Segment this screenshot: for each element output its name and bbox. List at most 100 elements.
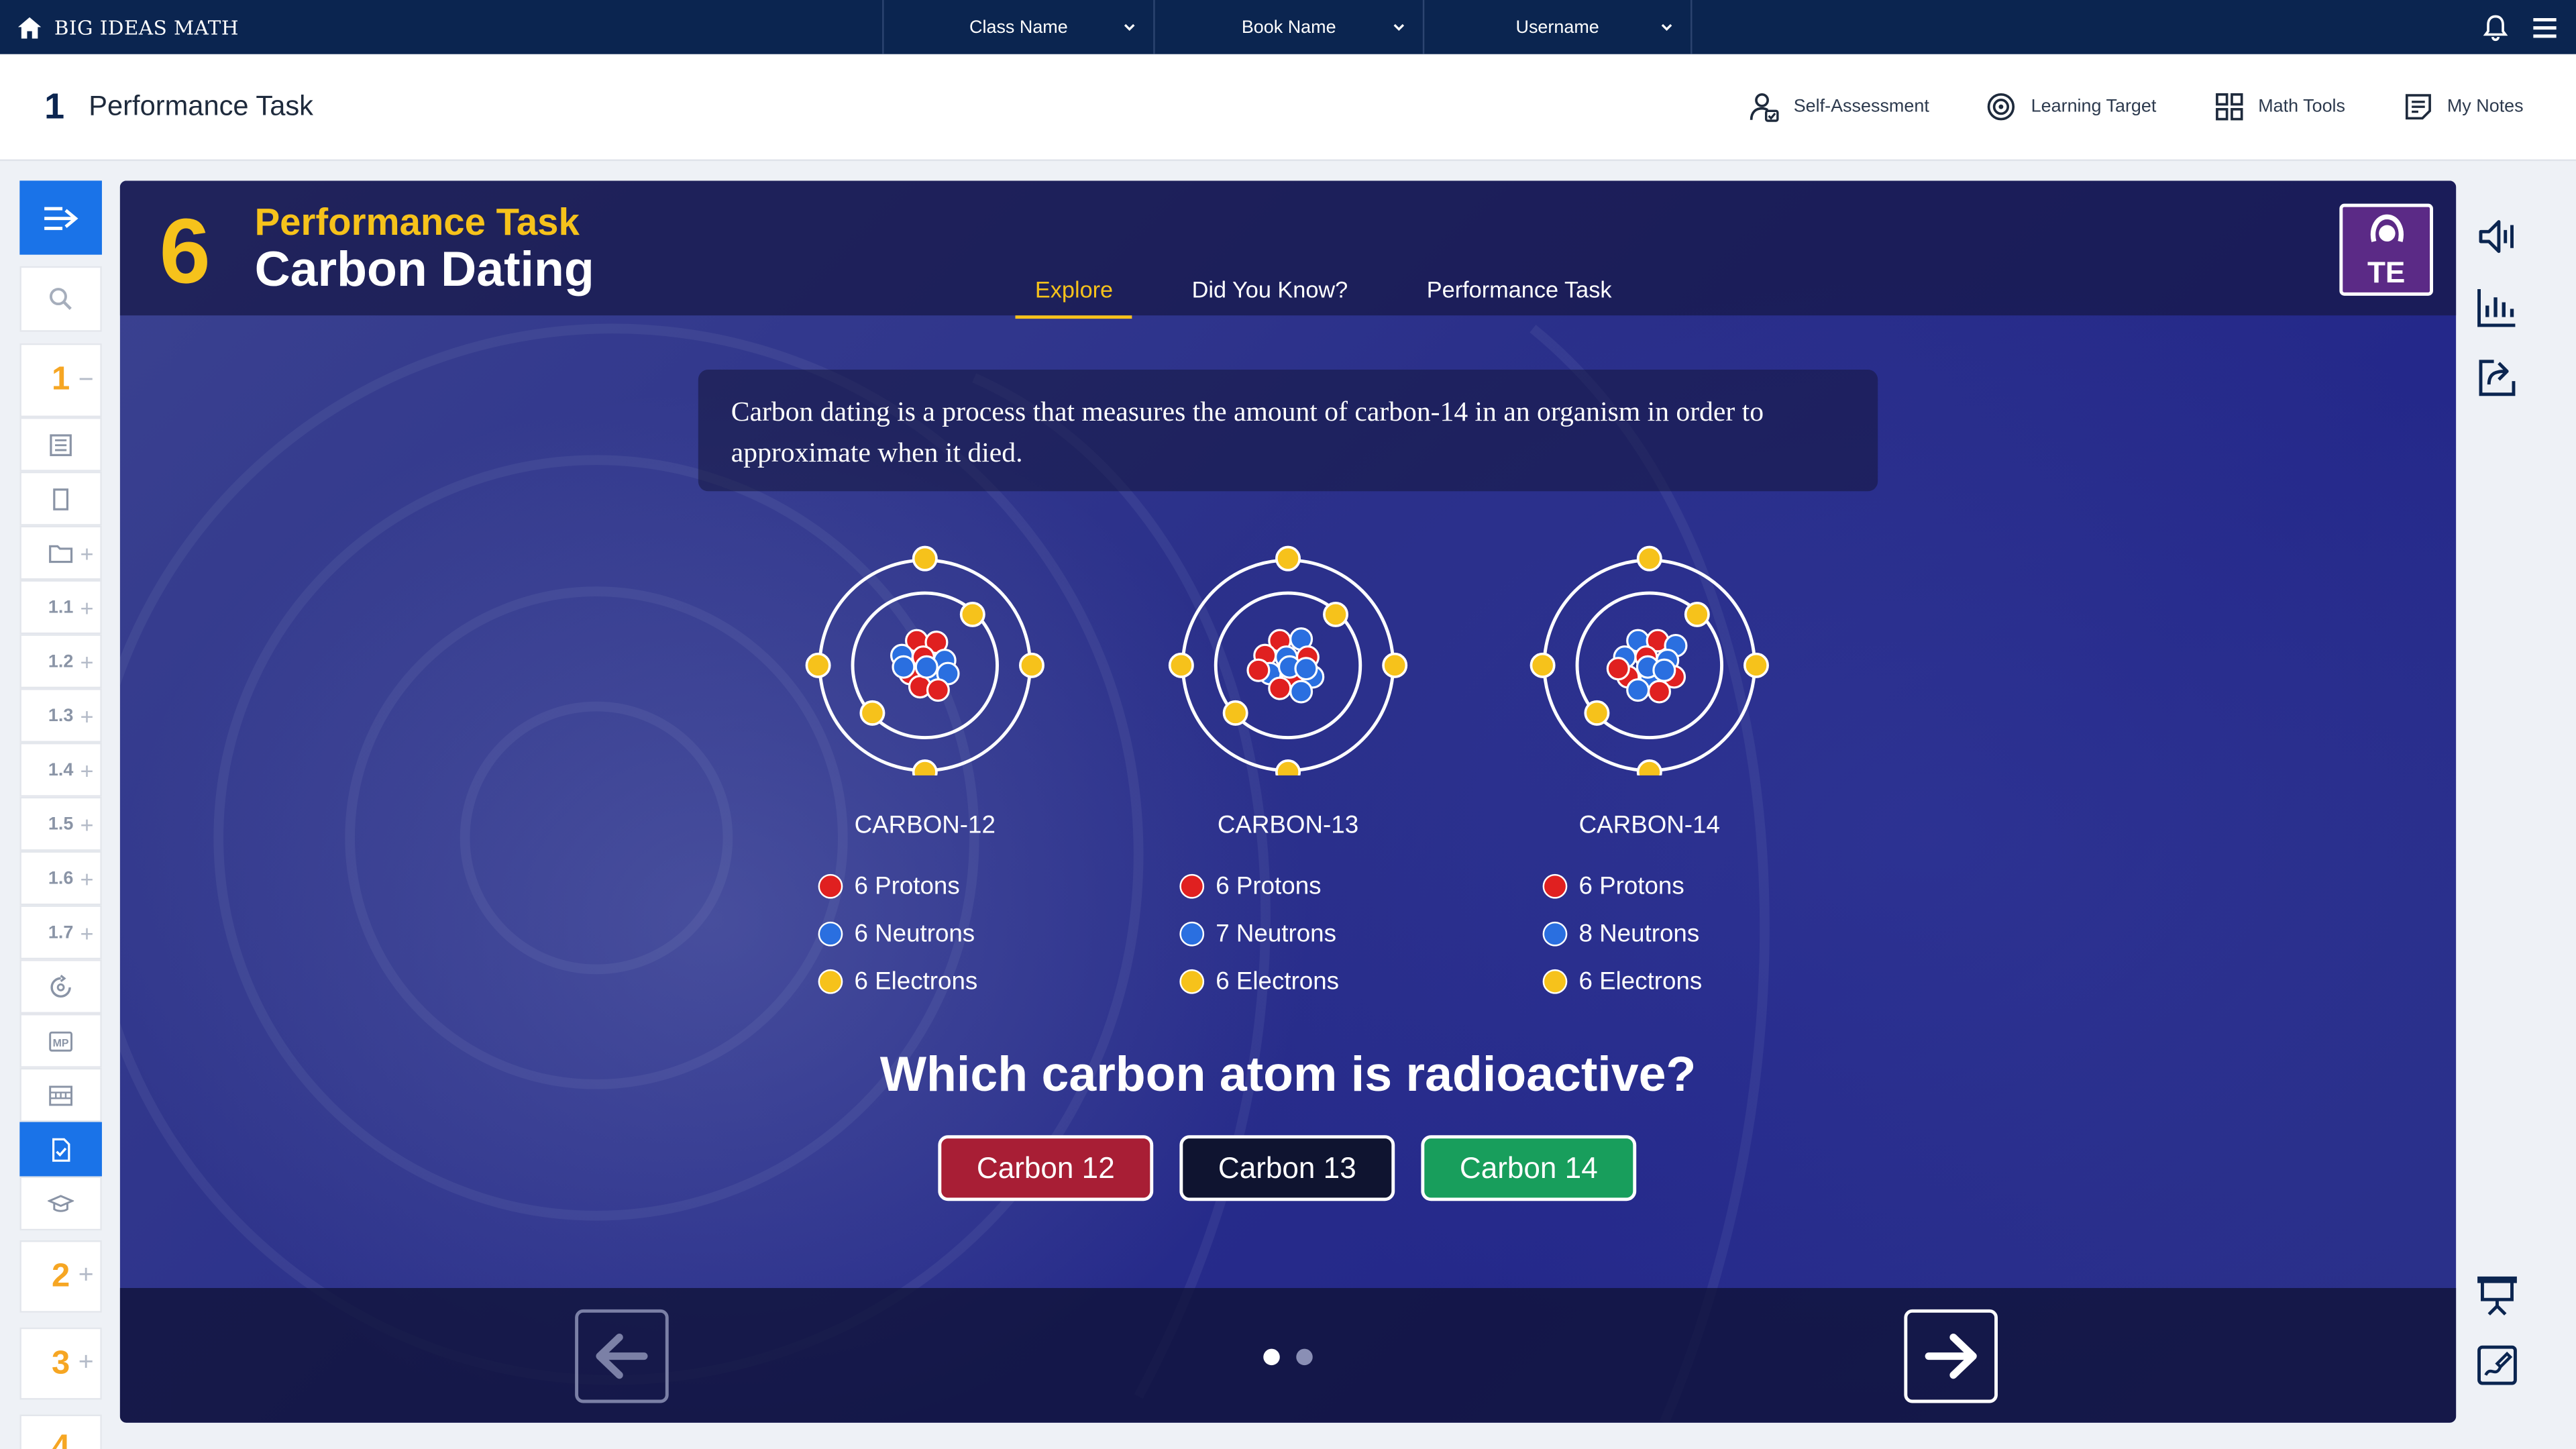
search-icon: [49, 288, 72, 310]
learning-target-label: Learning Target: [2031, 97, 2157, 117]
carbon-13-legend: 6 Protons 7 Neutrons 6 Electrons: [1179, 863, 1508, 1006]
sidebar-item-review[interactable]: [19, 959, 102, 1014]
answer-carbon-12-button[interactable]: Carbon 12: [938, 1135, 1154, 1201]
legend-electrons: 6 Electrons: [818, 958, 1147, 1006]
sidebar-chapter-2[interactable]: 2 +: [19, 1240, 102, 1313]
learning-target-button[interactable]: Learning Target: [1985, 91, 2156, 123]
bell-icon[interactable]: [2481, 12, 2510, 42]
tab-explore[interactable]: Explore: [1015, 273, 1133, 319]
carbon-12-atom-diagram: [786, 545, 1065, 786]
sidebar-item-games[interactable]: [19, 1067, 102, 1122]
legend-neutrons: 8 Neutrons: [1542, 910, 1872, 958]
proton-dot: [1179, 873, 1205, 899]
panel-footer: [119, 1288, 2457, 1423]
sketch-button[interactable]: [2474, 1342, 2523, 1391]
audio-button[interactable]: [2474, 213, 2523, 262]
presentation-icon: [2477, 1276, 2517, 1316]
self-assessment-button[interactable]: Self-Assessment: [1748, 91, 1929, 123]
book-name-dropdown[interactable]: Book Name: [1153, 0, 1423, 54]
home-icon: [17, 16, 42, 38]
section-label: 1.6: [48, 868, 74, 888]
sidebar-item-section-1-7[interactable]: 1.7 +: [19, 905, 102, 960]
my-notes-button[interactable]: My Notes: [2401, 91, 2524, 123]
grid-icon: [2214, 93, 2243, 121]
class-name-label: Class Name: [969, 17, 1068, 38]
carbon-13-atom-diagram: [1148, 545, 1428, 786]
legend-electrons: 6 Electrons: [1179, 958, 1508, 1006]
legend-protons: 6 Protons: [818, 863, 1147, 910]
sidebar-item-page[interactable]: [19, 471, 102, 526]
expand-icon: +: [78, 1348, 94, 1377]
sidebar-item-practice[interactable]: MP: [19, 1014, 102, 1068]
answer-carbon-14-button[interactable]: Carbon 14: [1421, 1135, 1637, 1201]
top-right-actions: [2481, 0, 2560, 54]
sidebar-item-overview[interactable]: [19, 417, 102, 472]
intro-text: Carbon dating is a process that measures…: [698, 370, 1878, 492]
username-dropdown[interactable]: Username: [1422, 0, 1693, 54]
task-tabs: Explore Did You Know? Performance Task: [1015, 273, 1631, 319]
performance-task-panel: 6 Performance Task Carbon Dating Explore…: [119, 180, 2457, 1423]
tab-performance-task[interactable]: Performance Task: [1407, 273, 1631, 319]
review-icon: [50, 973, 71, 997]
expand-icon: +: [78, 1261, 94, 1290]
menu-arrow-icon: [44, 206, 78, 229]
expand-icon: +: [80, 756, 94, 783]
carbon-14-name: CARBON-14: [1578, 811, 1720, 840]
atom-diagram: [805, 545, 1044, 786]
class-name-dropdown[interactable]: Class Name: [882, 0, 1153, 54]
presentation-button[interactable]: [2474, 1272, 2523, 1321]
protons-label: 6 Protons: [1578, 872, 1684, 901]
document-check-icon: [52, 1137, 70, 1161]
sidebar-item-performance-task[interactable]: [19, 1122, 102, 1177]
teacher-edition-button[interactable]: TE: [2339, 203, 2433, 296]
sidebar-chapter-3[interactable]: 3 +: [19, 1327, 102, 1400]
atom-diagram: [1168, 545, 1408, 786]
arrow-left-icon: [596, 1333, 648, 1379]
next-button[interactable]: [1904, 1309, 1998, 1403]
neutron-dot: [1542, 921, 1568, 947]
sidebar-item-assessment[interactable]: [19, 1176, 102, 1231]
protons-label: 6 Protons: [854, 872, 960, 901]
page-dot-active[interactable]: [1263, 1348, 1280, 1366]
sidebar-item-section-1-2[interactable]: 1.2 +: [19, 634, 102, 689]
chapter-4-label: 4: [51, 1429, 70, 1449]
sidebar-item-section-1-1[interactable]: 1.1 +: [19, 580, 102, 635]
sidebar-toggle-button[interactable]: [19, 180, 102, 255]
section-label: 1.5: [48, 814, 74, 834]
sidebar-chapter-4[interactable]: 4: [19, 1414, 102, 1449]
background-fossil-texture: [119, 323, 1770, 1423]
sidebar-search-button[interactable]: [19, 266, 102, 332]
neutrons-label: 6 Neutrons: [854, 920, 975, 949]
share-button[interactable]: [2474, 355, 2523, 404]
sidebar-item-section-1-6[interactable]: 1.6 +: [19, 851, 102, 906]
page-dot[interactable]: [1296, 1348, 1313, 1366]
hamburger-menu-icon[interactable]: [2530, 12, 2559, 42]
sidebar-item-folder[interactable]: +: [19, 525, 102, 580]
reports-button[interactable]: [2474, 284, 2523, 333]
task-subtitle: Carbon Dating: [254, 243, 594, 298]
electrons-label: 6 Electrons: [1578, 967, 1703, 996]
username-label: Username: [1515, 17, 1599, 38]
electron-dot: [1179, 969, 1205, 994]
neutron-dot: [1179, 921, 1205, 947]
section-label: 1.4: [48, 759, 74, 780]
math-tools-label: Math Tools: [2258, 97, 2346, 117]
sketch-pad-icon: [2477, 1345, 2517, 1385]
sidebar-chapter-1[interactable]: 1−: [19, 343, 102, 418]
expand-icon: +: [80, 539, 94, 566]
chapter-2-label: 2: [51, 1257, 70, 1294]
arrow-right-icon: [1925, 1333, 1977, 1379]
previous-button[interactable]: [575, 1309, 669, 1403]
math-tools-button[interactable]: Math Tools: [2212, 91, 2345, 123]
answer-carbon-13-button[interactable]: Carbon 13: [1179, 1135, 1395, 1201]
brand[interactable]: BIG IDEAS MATH: [16, 0, 238, 54]
top-bar: BIG IDEAS MATH Class Name Book Name User…: [0, 0, 2576, 54]
expand-icon: +: [80, 810, 94, 837]
sidebar-item-section-1-3[interactable]: 1.3 +: [19, 688, 102, 743]
sidebar-item-section-1-4[interactable]: 1.4 +: [19, 742, 102, 797]
tab-did-you-know[interactable]: Did You Know?: [1172, 273, 1367, 319]
electron-dot: [1542, 969, 1568, 994]
section-label: 1.7: [48, 922, 74, 943]
sidebar-item-section-1-5[interactable]: 1.5 +: [19, 796, 102, 851]
legend-neutrons: 6 Neutrons: [818, 910, 1147, 958]
